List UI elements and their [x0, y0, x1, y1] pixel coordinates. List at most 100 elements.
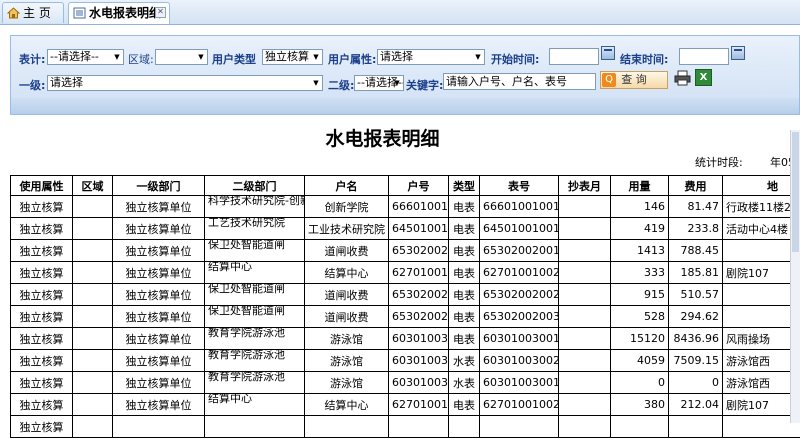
search-button[interactable]: Q查 询 [600, 71, 668, 89]
table-cell: 游泳馆西 [723, 372, 800, 394]
table-cell [480, 416, 559, 438]
table-cell: 剧院107 [723, 394, 800, 416]
keyword-input[interactable]: 请输入户号、户名、表号 [443, 73, 596, 90]
table-cell: 道闸收费 [305, 306, 389, 328]
column-header: 用量 [611, 176, 669, 196]
column-header: 户号 [389, 176, 449, 196]
report-title: 水电报表明细 [0, 124, 765, 151]
keyword-label: 关键字: [406, 77, 443, 93]
start-time-label: 开始时间: [491, 51, 539, 67]
table-cell: 工艺技术研究院 [205, 218, 305, 240]
table-row: 独立核算独立核算单位保卫处智能道闸道闸收费65302002电表653020020… [11, 240, 800, 262]
tab-home-label: 主 页 [23, 6, 51, 20]
table-cell: 66601001 [389, 196, 449, 218]
table-cell: 185.81 [669, 262, 723, 284]
start-time-input[interactable] [549, 48, 599, 65]
table-cell: 653020020020 [480, 284, 559, 306]
table-cell: 独立核算 [11, 416, 73, 438]
table-cell: 146 [611, 196, 669, 218]
table-cell: 独立核算 [11, 372, 73, 394]
table-cell [723, 284, 800, 306]
scrollbar[interactable] [790, 130, 800, 423]
table-cell: 教育学院游泳池 [205, 328, 305, 350]
table-cell: 独立核算 [11, 350, 73, 372]
table-cell: 游泳馆 [305, 350, 389, 372]
table-row: 独立核算独立核算单位保卫处智能道闸道闸收费65302002电表653020020… [11, 306, 800, 328]
table-cell: 创新学院 [305, 196, 389, 218]
table-cell: 独立核算单位 [113, 240, 205, 262]
end-time-label: 结束时间: [620, 51, 668, 67]
table-cell [559, 284, 611, 306]
user-attr-select[interactable]: 请选择▼ [377, 49, 485, 65]
level1-label: 一级: [19, 77, 45, 93]
table-cell: 独立核算单位 [113, 262, 205, 284]
table-cell: 独立核算 [11, 196, 73, 218]
table-cell: 81.47 [669, 196, 723, 218]
quyu-select[interactable]: ▼ [155, 49, 208, 65]
table-cell: 7509.15 [669, 350, 723, 372]
table-cell [73, 306, 113, 328]
table-cell: 64501001 [389, 218, 449, 240]
table-cell: 独立核算单位 [113, 284, 205, 306]
table-cell [559, 306, 611, 328]
table-cell: 结算中心 [205, 262, 305, 284]
tab-report-detail[interactable]: 水电报表明细 ✕ [68, 2, 170, 24]
table-cell: 独立核算单位 [113, 394, 205, 416]
column-header: 表号 [480, 176, 559, 196]
table-row: 独立核算 独立核算单位科学技术研究院-创新学院创新学院66601001电表6660… [11, 196, 800, 218]
table-cell [73, 240, 113, 262]
table-cell: 游泳馆 [305, 372, 389, 394]
close-icon[interactable]: ✕ [155, 7, 166, 18]
table-cell: 电表 [449, 196, 480, 218]
table-cell: 528 [611, 306, 669, 328]
table-cell: 788.45 [669, 240, 723, 262]
table-row: 独立核算独立核算单位教育学院游泳池游泳馆60301003水表6030100300… [11, 350, 800, 372]
quyu-label: 区域: [128, 51, 154, 67]
table-cell: 独立核算单位 [113, 196, 205, 218]
calendar-icon[interactable] [601, 46, 615, 60]
table-cell: 380 [611, 394, 669, 416]
table-cell: 独立核算 [11, 240, 73, 262]
table-cell: 独立核算单位 [113, 372, 205, 394]
document-icon [73, 5, 86, 17]
table-cell: 60301003 [389, 350, 449, 372]
tab-report-detail-label: 水电报表明细 [89, 6, 161, 20]
column-header: 使用属性 [11, 176, 73, 196]
column-header: 类型 [449, 176, 480, 196]
table-cell: 工业技术研究院 [305, 218, 389, 240]
table-cell: 水表 [449, 372, 480, 394]
table-cell: 独立核算 [11, 394, 73, 416]
table-cell: 保卫处智能道闸 [205, 240, 305, 262]
table-cell [389, 416, 449, 438]
level1-select[interactable]: 请选择▼ [47, 75, 323, 91]
table-cell: 独立核算 [11, 284, 73, 306]
table-cell: 科学技术研究院-创新学院 [205, 196, 305, 218]
user-attr-label: 用户属性: [328, 51, 376, 67]
excel-export-icon[interactable]: X [695, 69, 712, 86]
table-row: 独立核算独立核算单位工艺技术研究院工业技术研究院64501001电表645010… [11, 218, 800, 240]
user-type-select[interactable]: 独立核算▼ [262, 49, 323, 65]
biaoji-select[interactable]: --请选择--▼ [47, 49, 124, 65]
column-header: 二级部门 [205, 176, 305, 196]
table-cell: 62701001 [389, 394, 449, 416]
table-cell: 666010010010 [480, 196, 559, 218]
table-cell [205, 416, 305, 438]
table-cell: 419 [611, 218, 669, 240]
report-table: 使用属性 区域 一级部门 二级部门 户名 户号 类型 表号 抄表月 用量 费用 … [10, 175, 800, 438]
table-cell [669, 416, 723, 438]
table-cell [559, 350, 611, 372]
table-cell: 行政楼11楼2电 [723, 196, 800, 218]
calendar-icon[interactable] [731, 46, 745, 60]
end-time-input[interactable] [679, 48, 729, 65]
table-cell: 独立核算 [11, 328, 73, 350]
table-cell: 独立核算 [11, 306, 73, 328]
table-cell: 电表 [449, 394, 480, 416]
table-cell: 游泳馆 [305, 328, 389, 350]
level2-select[interactable]: --请选择--▼ [354, 75, 404, 91]
print-icon[interactable] [674, 70, 691, 86]
table-cell [73, 394, 113, 416]
table-cell [559, 372, 611, 394]
column-header: 地 [723, 176, 800, 196]
table-cell [73, 372, 113, 394]
tab-home[interactable]: 主 页 [2, 2, 64, 23]
